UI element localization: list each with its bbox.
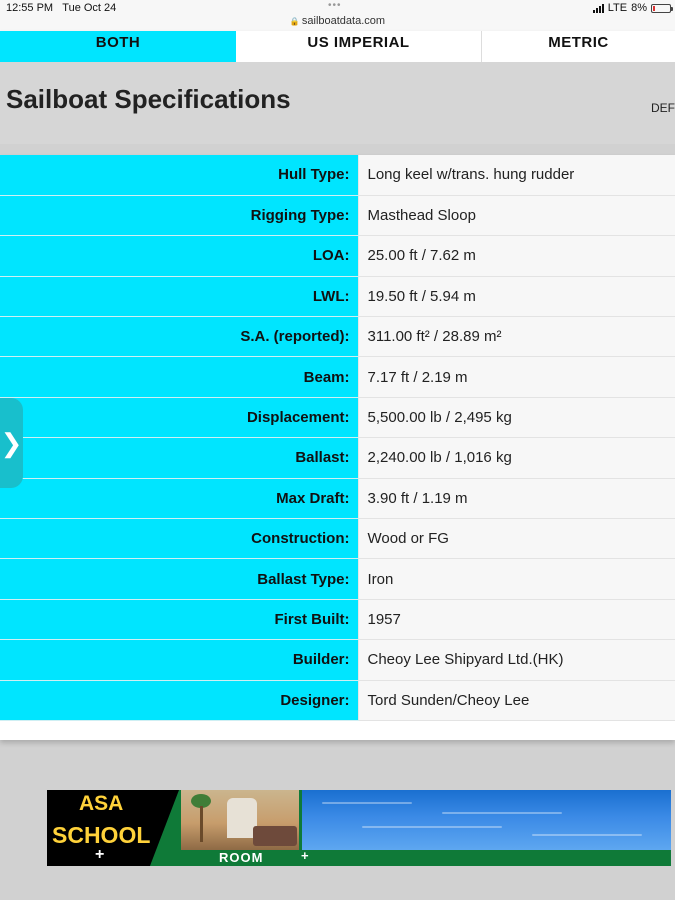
spec-value: Long keel w/trans. hung rudder [357, 155, 675, 196]
spec-value: Wood or FG [357, 518, 675, 560]
network-label: LTE [607, 2, 628, 14]
ad-room-photo [181, 790, 299, 850]
spec-row: Max Draft: 3.90 ft / 1.19 m [0, 478, 675, 520]
spec-table: Hull Type: Long keel w/trans. hung rudder… [0, 155, 675, 721]
spec-label: LOA: [0, 235, 358, 277]
ad-sea-image [302, 790, 671, 850]
spec-label: Hull Type: [0, 155, 358, 196]
spec-value: 25.00 ft / 7.62 m [357, 235, 675, 277]
spec-label: First Built: [0, 599, 358, 641]
status-time: 12:55 PM [6, 2, 54, 14]
page-title: Sailboat Specifications [6, 84, 291, 114]
spec-row: Designer: Tord Sunden/Cheoy Lee [0, 680, 675, 721]
status-indicators: LTE 8% [592, 2, 673, 14]
spec-row: LOA: 25.00 ft / 7.62 m [0, 235, 675, 277]
bunk-bed [253, 826, 297, 846]
spec-row: Ballast: 2,240.00 lb / 1,016 kg [0, 437, 675, 479]
ad-logo-text-2: SCHOOL [52, 822, 151, 848]
spec-value: Iron [357, 558, 675, 600]
spec-value: 1957 [357, 599, 675, 641]
spec-row: S.A. (reported): 311.00 ft² / 28.89 m² [0, 316, 675, 358]
signal-icon [592, 3, 604, 13]
status-time-date: 12:55 PM Tue Oct 24 [6, 2, 116, 14]
chevron-right-icon: ❯ [0, 427, 23, 458]
spec-value: 19.50 ft / 5.94 m [357, 276, 675, 318]
spec-value: Tord Sunden/Cheoy Lee [357, 680, 675, 721]
spec-value: 3.90 ft / 1.19 m [357, 478, 675, 520]
expand-panel-handle[interactable]: ❯ [0, 398, 23, 488]
tab-us-imperial[interactable]: US IMPERIAL [236, 31, 482, 62]
unit-tabs: BOTH US IMPERIAL METRIC [0, 31, 675, 62]
app-root: 12:55 PM Tue Oct 24 ••• 🔒 sailboatdata.co… [0, 0, 675, 900]
url-text: sailboatdata.com [301, 15, 386, 27]
spec-label: Beam: [0, 356, 358, 398]
spec-label: Construction: [0, 518, 358, 560]
status-date: Tue Oct 24 [62, 2, 117, 14]
battery-icon [651, 3, 673, 13]
spec-value: Masthead Sloop [357, 195, 675, 237]
spec-row: First Built: 1957 [0, 599, 675, 641]
spec-value: 5,500.00 lb / 2,495 kg [357, 397, 675, 439]
definitions-tab[interactable]: DEF [651, 101, 675, 115]
spec-row: Ballast Type: Iron [0, 558, 675, 600]
spec-row: Displacement: 5,500.00 lb / 2,495 kg [0, 397, 675, 439]
spec-label: Ballast Type: [0, 558, 358, 600]
spec-label: Designer: [0, 680, 358, 721]
spec-table-body: Hull Type: Long keel w/trans. hung rudder… [0, 155, 675, 721]
address-bar[interactable]: 🔒 sailboatdata.com [0, 15, 675, 27]
battery-percent: 8% [631, 2, 647, 14]
spec-label: S.A. (reported): [0, 316, 358, 358]
spec-label: Displacement: [0, 397, 358, 439]
ad-plus-icon-2: + [301, 848, 309, 863]
lock-icon: 🔒 [289, 17, 300, 26]
ad-plus-icon: + [95, 846, 105, 863]
spec-row: Beam: 7.17 ft / 2.19 m [0, 356, 675, 398]
spec-row: Rigging Type: Masthead Sloop [0, 195, 675, 237]
spec-label: LWL: [0, 276, 358, 318]
palm-trunk [200, 806, 203, 842]
tab-metric[interactable]: METRIC [482, 31, 675, 62]
spec-card: Hull Type: Long keel w/trans. hung rudder… [0, 155, 675, 740]
heading-band: Sailboat Specifications DEF [0, 62, 675, 144]
spec-value: 311.00 ft² / 28.89 m² [357, 316, 675, 358]
spec-row: Hull Type: Long keel w/trans. hung rudder [0, 155, 675, 196]
wave-line [322, 802, 412, 804]
ad-logo-text-1: ASA [79, 792, 124, 815]
tab-both[interactable]: BOTH [0, 31, 236, 62]
spec-label: Max Draft: [0, 478, 358, 520]
spec-label: Ballast: [0, 437, 358, 479]
ad-room-label: ROOM [219, 850, 264, 865]
spec-value: Cheoy Lee Shipyard Ltd.(HK) [357, 639, 675, 681]
spec-row: Construction: Wood or FG [0, 518, 675, 560]
wave-line [442, 812, 562, 814]
status-bar: 12:55 PM Tue Oct 24 ••• 🔒 sailboatdata.co… [0, 0, 675, 34]
wave-line [362, 826, 502, 828]
ad-banner[interactable]: ASA SCHOOL + ROOM + [47, 790, 671, 866]
spec-row: Builder: Cheoy Lee Shipyard Ltd.(HK) [0, 639, 675, 681]
spec-row: LWL: 19.50 ft / 5.94 m [0, 276, 675, 318]
more-dots-icon[interactable]: ••• [328, 0, 342, 11]
spec-value: 2,240.00 lb / 1,016 kg [357, 437, 675, 479]
wave-line [532, 834, 642, 836]
spec-value: 7.17 ft / 2.19 m [357, 356, 675, 398]
spec-label: Builder: [0, 639, 358, 681]
spec-label: Rigging Type: [0, 195, 358, 237]
